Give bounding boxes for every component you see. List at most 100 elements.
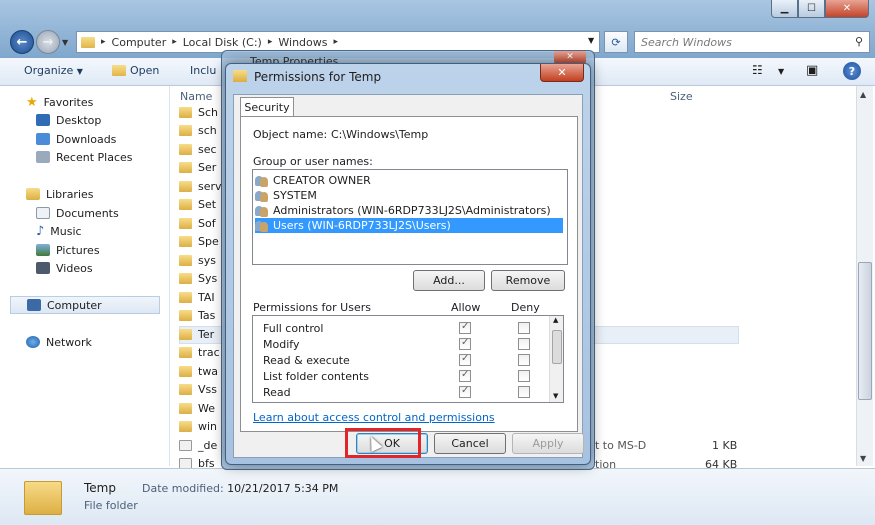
file-row[interactable]: sch xyxy=(179,122,217,140)
file-name: Sys xyxy=(198,272,218,285)
deny-full-control-checkbox[interactable] xyxy=(518,322,530,334)
nav-documents[interactable]: Documents xyxy=(36,204,119,222)
file-row[interactable]: Tas xyxy=(179,307,215,325)
user-list[interactable]: CREATOR OWNER SYSTEM Administrators (WIN… xyxy=(252,169,568,265)
dialog-close-button[interactable]: ✕ xyxy=(540,64,584,82)
back-button[interactable]: ← xyxy=(10,30,34,54)
user-item-system[interactable]: SYSTEM xyxy=(255,188,563,203)
file-row[interactable]: TAI xyxy=(179,288,215,306)
search-icon[interactable]: ⚲ xyxy=(855,35,863,48)
file-row[interactable]: sys xyxy=(179,251,216,269)
organize-button[interactable]: Organize ▼ xyxy=(24,64,83,77)
cancel-button[interactable]: Cancel xyxy=(434,433,506,454)
file-row[interactable]: Sys xyxy=(179,270,217,288)
scroll-up-icon[interactable]: ▲ xyxy=(553,316,558,324)
allow-header: Allow xyxy=(451,301,481,314)
forward-button[interactable]: → xyxy=(36,30,60,54)
deny-read-execute-checkbox[interactable] xyxy=(518,354,530,366)
allow-list-folder-checkbox[interactable] xyxy=(459,369,471,382)
desktop-icon xyxy=(36,114,50,126)
breadcrumb-computer[interactable]: Computer xyxy=(112,36,167,49)
nav-recent-places[interactable]: Recent Places xyxy=(36,148,133,166)
deny-list-folder-checkbox[interactable] xyxy=(518,370,530,382)
nav-computer[interactable]: Computer xyxy=(10,296,160,314)
maximize-button[interactable]: ☐ xyxy=(798,0,825,18)
include-in-library-button[interactable]: Inclu xyxy=(190,64,216,77)
allow-full-control-checkbox[interactable] xyxy=(459,321,471,334)
file-row[interactable]: Sch xyxy=(179,103,218,121)
search-input[interactable]: Search Windows ⚲ xyxy=(634,31,870,53)
file-row[interactable]: serv xyxy=(179,177,222,195)
allow-read-checkbox[interactable] xyxy=(459,385,471,398)
open-icon xyxy=(112,65,126,76)
file-row[interactable]: Spe xyxy=(179,233,219,251)
user-item-creator-owner[interactable]: CREATOR OWNER xyxy=(255,173,563,188)
folder-icon xyxy=(179,291,192,303)
videos-icon xyxy=(36,262,50,274)
scroll-thumb[interactable] xyxy=(552,330,562,364)
folder-icon xyxy=(179,402,192,414)
breadcrumb-local-disk[interactable]: Local Disk (C:) xyxy=(183,36,262,49)
scroll-up-icon[interactable]: ▲ xyxy=(860,90,866,99)
scroll-down-icon[interactable]: ▼ xyxy=(860,454,866,463)
remove-button[interactable]: Remove xyxy=(491,270,565,291)
nav-favorites[interactable]: ★ Favorites xyxy=(26,93,93,111)
apply-button[interactable]: Apply xyxy=(512,433,584,454)
column-name[interactable]: Name xyxy=(180,90,212,103)
file-row[interactable]: _de xyxy=(179,436,217,454)
file-list-scrollbar[interactable]: ▲ ▼ xyxy=(856,86,873,466)
permission-scrollbar[interactable]: ▲ ▼ xyxy=(549,316,563,402)
minimize-button[interactable]: ▁ xyxy=(771,0,798,18)
chevron-right-icon[interactable]: ▸ xyxy=(172,37,177,47)
help-button[interactable]: ? xyxy=(843,62,861,80)
nav-downloads[interactable]: Downloads xyxy=(36,130,116,148)
folder-icon xyxy=(81,36,95,48)
file-row[interactable]: Sof xyxy=(179,214,216,232)
folder-icon xyxy=(24,481,62,515)
nav-network[interactable]: Network xyxy=(26,333,92,351)
file-row[interactable]: Vss xyxy=(179,381,217,399)
chevron-right-icon[interactable]: ▸ xyxy=(101,37,106,47)
scroll-thumb[interactable] xyxy=(858,262,872,400)
user-item-administrators[interactable]: Administrators (WIN-6RDP733LJ2S\Administ… xyxy=(255,203,563,218)
nav-music[interactable]: ♪ Music xyxy=(36,222,82,240)
nav-desktop[interactable]: Desktop xyxy=(36,111,101,129)
allow-modify-checkbox[interactable] xyxy=(459,337,471,350)
add-button[interactable]: Add... xyxy=(413,270,485,291)
chevron-right-icon[interactable]: ▸ xyxy=(268,37,273,47)
access-control-link[interactable]: Learn about access control and permissio… xyxy=(253,411,495,424)
chevron-right-icon[interactable]: ▸ xyxy=(334,37,339,47)
nav-libraries[interactable]: Libraries xyxy=(26,185,94,203)
address-dropdown-icon[interactable]: ▼ xyxy=(588,36,594,45)
view-dropdown-icon[interactable]: ▼ xyxy=(778,67,784,76)
file-row[interactable]: Ser xyxy=(179,159,216,177)
column-size[interactable]: Size xyxy=(670,90,693,103)
group-names-label: Group or user names: xyxy=(253,155,373,168)
view-options-icon[interactable]: ☷ xyxy=(752,63,763,77)
nav-pictures[interactable]: Pictures xyxy=(36,241,100,259)
allow-read-execute-checkbox[interactable] xyxy=(459,353,471,366)
file-row[interactable]: trac xyxy=(179,344,220,362)
folder-icon xyxy=(179,236,192,247)
recent-pages-dropdown-icon[interactable]: ▼ xyxy=(62,38,68,47)
deny-modify-checkbox[interactable] xyxy=(518,338,530,350)
refresh-button[interactable]: ⟳ xyxy=(604,31,628,53)
nav-videos[interactable]: Videos xyxy=(36,259,93,277)
file-row[interactable]: twa xyxy=(179,362,218,380)
close-button[interactable]: ✕ xyxy=(825,0,869,18)
user-label: CREATOR OWNER xyxy=(273,174,371,187)
file-row[interactable]: Set xyxy=(179,196,216,214)
user-item-users[interactable]: Users (WIN-6RDP733LJ2S\Users) xyxy=(255,218,563,233)
breadcrumb-windows[interactable]: Windows xyxy=(278,36,327,49)
file-row[interactable]: Ter xyxy=(179,325,214,343)
tab-security[interactable]: Security xyxy=(240,97,294,117)
preview-pane-icon[interactable]: ▣ xyxy=(806,63,818,78)
file-row[interactable]: We xyxy=(179,399,215,417)
folder-icon xyxy=(179,199,192,210)
open-button[interactable]: Open xyxy=(112,64,159,77)
file-row[interactable]: sec xyxy=(179,140,217,158)
folder-icon xyxy=(179,421,192,432)
file-row[interactable]: win xyxy=(179,418,217,436)
deny-read-checkbox[interactable] xyxy=(518,386,530,398)
scroll-down-icon[interactable]: ▼ xyxy=(553,392,558,400)
